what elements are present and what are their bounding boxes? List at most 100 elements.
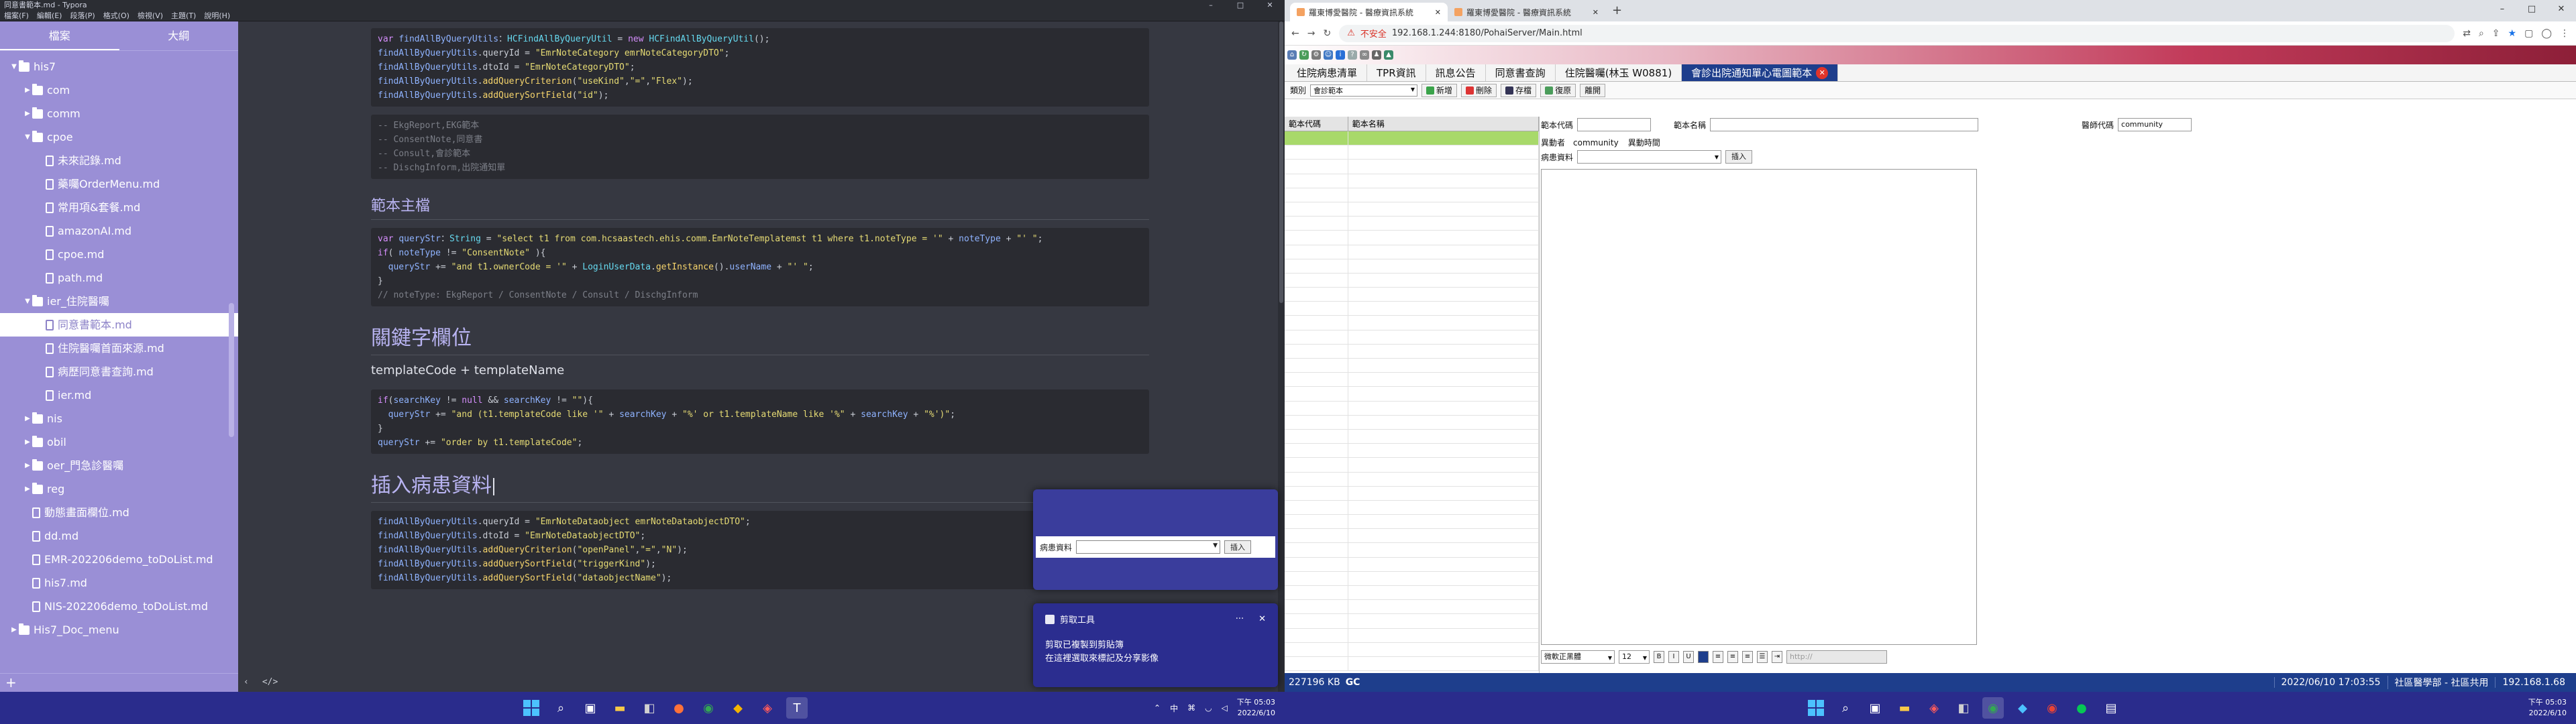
align-right-icon[interactable]: ≡ bbox=[1742, 651, 1753, 663]
underline-button[interactable]: U bbox=[1683, 651, 1694, 663]
chevron-right-icon[interactable]: ▶ bbox=[23, 78, 32, 102]
table-row[interactable] bbox=[1285, 259, 1539, 274]
font-size-select[interactable]: 12 bbox=[1619, 650, 1650, 664]
snipping-notification[interactable]: 剪取工具 ··· ✕ 剪取已複製到剪貼簿 在這裡選取來標記及分享影像 bbox=[1033, 603, 1278, 687]
table-row[interactable] bbox=[1285, 415, 1539, 430]
table-row[interactable] bbox=[1285, 344, 1539, 359]
notification-menu-icon[interactable]: ··· bbox=[1236, 614, 1244, 624]
tree-file[interactable]: 住院醫囑首面來源.md bbox=[0, 337, 238, 360]
link-input[interactable]: http:// bbox=[1786, 650, 1887, 664]
header-template-code[interactable]: 範本代碼 bbox=[1285, 117, 1348, 131]
new-tab-button[interactable]: + bbox=[1605, 3, 1629, 21]
table-row[interactable] bbox=[1285, 231, 1539, 245]
bookmark-star-icon[interactable]: ★ bbox=[2508, 28, 2517, 39]
tab-template-editor[interactable]: 會診出院通知單心電圖範本 ✕ bbox=[1682, 64, 1839, 81]
menu-format[interactable]: 格式(O) bbox=[99, 11, 133, 21]
share-icon[interactable]: ⇪ bbox=[2492, 28, 2500, 39]
tree-file[interactable]: ier.md bbox=[0, 383, 238, 407]
search-icon[interactable]: ⌕ bbox=[1835, 697, 1856, 719]
profile-icon[interactable]: ◯ bbox=[2541, 28, 2552, 39]
tree-file[interactable]: dd.md bbox=[0, 524, 238, 548]
table-row[interactable] bbox=[1285, 628, 1539, 643]
tree-file[interactable]: 常用項&套餐.md bbox=[0, 196, 238, 219]
table-row[interactable] bbox=[1285, 500, 1539, 516]
table-row[interactable] bbox=[1285, 401, 1539, 416]
table-row[interactable] bbox=[1285, 316, 1539, 330]
chevron-down-icon[interactable]: ▼ bbox=[9, 55, 19, 78]
task-view-icon[interactable]: ▣ bbox=[1864, 697, 1886, 719]
home-icon[interactable]: ⌂ bbox=[1287, 50, 1297, 60]
browser-tab[interactable]: 羅東博愛醫院 - 醫療資訊系統 ✕ bbox=[1448, 3, 1605, 21]
tree-folder[interactable]: ▼ ier_住院醫囑 bbox=[0, 290, 238, 313]
tree-folder[interactable]: ▶ comm bbox=[0, 102, 238, 125]
link-icon[interactable]: ∞ bbox=[1360, 50, 1369, 60]
insert-button[interactable]: 插入 bbox=[1725, 150, 1753, 164]
save-button[interactable]: 存檔 bbox=[1501, 83, 1537, 97]
chrome-icon[interactable]: ◉ bbox=[1982, 697, 2004, 719]
source-mode-icon[interactable]: </> bbox=[262, 677, 278, 687]
code-block[interactable]: findAllByQueryUtils.queryId = "EmrNoteDa… bbox=[371, 511, 1149, 589]
browser-tab[interactable]: 羅東博愛醫院 - 醫療資訊系統 ✕ bbox=[1290, 3, 1448, 21]
table-row[interactable] bbox=[1285, 359, 1539, 373]
table-row[interactable] bbox=[1285, 160, 1539, 174]
reload-icon[interactable]: ↻ bbox=[1323, 28, 1331, 39]
delete-button[interactable]: 刪除 bbox=[1461, 83, 1497, 97]
menu-view[interactable]: 檢視(V) bbox=[133, 11, 167, 21]
tab-inpatient-list[interactable]: 住院病患清單 bbox=[1287, 64, 1368, 81]
table-row[interactable] bbox=[1285, 387, 1539, 402]
table-row[interactable] bbox=[1285, 429, 1539, 444]
table-row[interactable] bbox=[1285, 472, 1539, 487]
clock[interactable]: 下午 05:03 2022/6/10 bbox=[2528, 697, 2567, 719]
chevron-right-icon[interactable]: ▶ bbox=[9, 618, 19, 642]
chrome-icon[interactable]: ◉ bbox=[2041, 697, 2063, 719]
start-icon[interactable] bbox=[521, 697, 542, 719]
table-row[interactable] bbox=[1285, 458, 1539, 473]
patient-data-select[interactable] bbox=[1076, 540, 1221, 554]
file-explorer-icon[interactable]: ▬ bbox=[609, 697, 631, 719]
tree-file[interactable]: 動態畫面欄位.md bbox=[0, 501, 238, 524]
chevron-right-icon[interactable]: ▶ bbox=[23, 477, 32, 501]
menu-theme[interactable]: 主題(T) bbox=[167, 11, 200, 21]
tree-file[interactable]: path.md bbox=[0, 266, 238, 290]
sidebar-toggle-icon[interactable]: ‹ bbox=[244, 677, 249, 687]
table-row[interactable] bbox=[1285, 600, 1539, 615]
chevron-down-icon[interactable]: ▼ bbox=[23, 125, 32, 149]
table-row[interactable] bbox=[1285, 330, 1539, 345]
typora-icon[interactable]: T bbox=[786, 697, 808, 719]
close-icon[interactable]: ✕ bbox=[1255, 0, 1285, 11]
tree-file[interactable]: 同意書範本.md bbox=[0, 313, 238, 337]
zoom-icon[interactable]: ⌕ bbox=[2479, 28, 2484, 39]
code-block[interactable]: var findAllByQueryUtils：HCFindAllByQuery… bbox=[371, 28, 1149, 107]
tree-folder[interactable]: ▼ his7 bbox=[0, 55, 238, 78]
task-view-icon[interactable]: ▣ bbox=[580, 697, 601, 719]
app-icon[interactable]: ◈ bbox=[757, 697, 778, 719]
tree-file[interactable]: 未來記錄.md bbox=[0, 149, 238, 172]
tree-folder[interactable]: ▶ His7_Doc_menu bbox=[0, 618, 238, 642]
chevron-right-icon[interactable]: ▶ bbox=[23, 407, 32, 430]
table-row[interactable] bbox=[1285, 273, 1539, 288]
translate-icon[interactable]: ⇄ bbox=[2463, 28, 2471, 39]
typora-editor[interactable]: var findAllByQueryUtils：HCFindAllByQuery… bbox=[238, 21, 1285, 692]
tree-folder[interactable]: ▶ nis bbox=[0, 407, 238, 430]
image-icon[interactable]: ▲ bbox=[1384, 50, 1393, 60]
align-center-icon[interactable]: ≡ bbox=[1727, 651, 1738, 663]
table-row[interactable] bbox=[1285, 515, 1539, 530]
menu-edit[interactable]: 編輯(E) bbox=[33, 11, 66, 21]
table-row[interactable] bbox=[1285, 245, 1539, 259]
firefox-icon[interactable]: ● bbox=[668, 697, 690, 719]
tray-chevron-icon[interactable]: ⌃ bbox=[1154, 703, 1161, 713]
tab-close-icon[interactable]: ✕ bbox=[1435, 8, 1441, 17]
table-row[interactable] bbox=[1285, 373, 1539, 387]
volume-icon[interactable]: ◁ bbox=[1222, 703, 1228, 713]
template-editor-area[interactable] bbox=[1541, 169, 1977, 645]
table-row[interactable] bbox=[1285, 529, 1539, 544]
chevron-right-icon[interactable]: ▶ bbox=[23, 102, 32, 125]
menu-paragraph[interactable]: 段落(P) bbox=[66, 11, 99, 21]
maximize-icon[interactable]: □ bbox=[2517, 0, 2546, 19]
chrome-icon[interactable]: ◉ bbox=[698, 697, 719, 719]
tree-file[interactable]: EMR-202206demo_toDoList.md bbox=[0, 548, 238, 571]
table-row[interactable] bbox=[1285, 642, 1539, 657]
minimize-icon[interactable]: – bbox=[1196, 0, 1226, 11]
table-row[interactable] bbox=[1285, 145, 1539, 160]
help-icon[interactable]: ? bbox=[1348, 50, 1357, 60]
